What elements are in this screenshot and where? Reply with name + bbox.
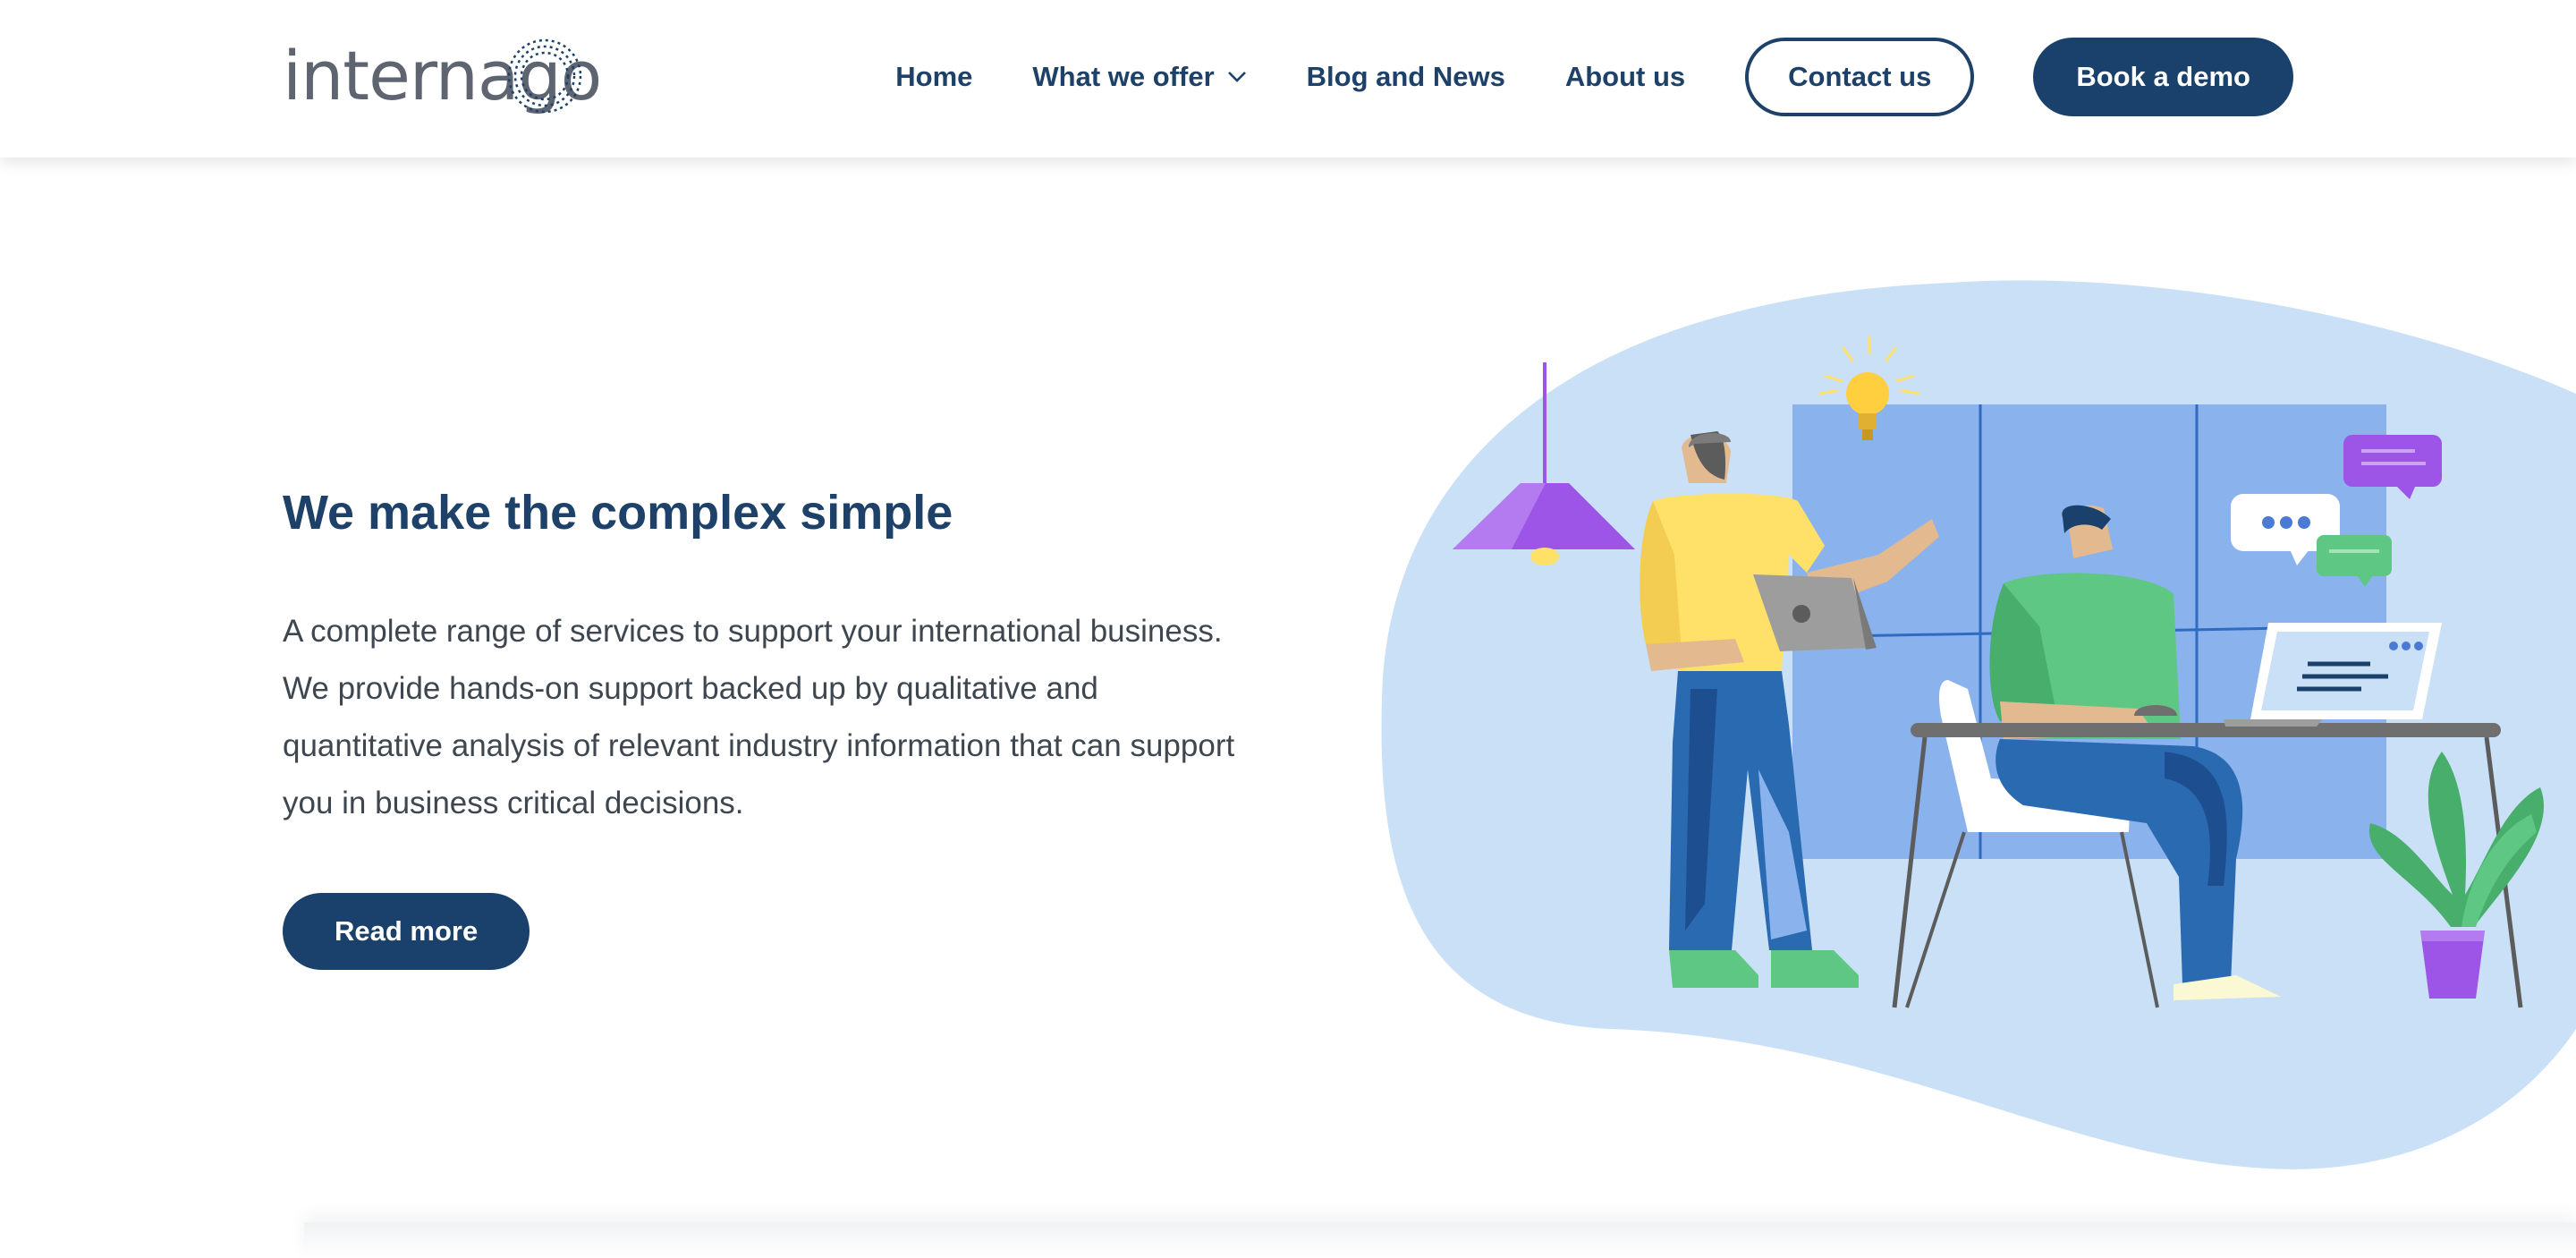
book-demo-button[interactable]: Book a demo <box>2033 38 2293 116</box>
chevron-down-icon <box>1227 72 1246 82</box>
nav-home-label: Home <box>895 61 973 92</box>
hero-illustration <box>1381 280 2576 1169</box>
nav-about-label: About us <box>1564 61 1686 92</box>
contact-us-label: Contact us <box>1788 61 1932 92</box>
contact-us-button[interactable]: Contact us <box>1745 38 1975 116</box>
nav-blog-label: Blog and News <box>1306 61 1505 92</box>
main-nav: Home What we offer Blog and News About u… <box>895 38 2293 116</box>
nav-blog-and-news[interactable]: Blog and News <box>1307 61 1505 93</box>
read-more-button[interactable]: Read more <box>283 893 530 970</box>
nav-what-we-offer[interactable]: What we offer <box>1032 61 1246 93</box>
nav-home[interactable]: Home <box>895 61 972 93</box>
nav-what-we-offer-label: What we offer <box>1032 61 1215 92</box>
logo-swirl-icon <box>507 38 582 114</box>
read-more-label: Read more <box>335 915 479 947</box>
hero-title: We make the complex simple <box>283 486 953 540</box>
next-section-edge <box>304 1222 2576 1258</box>
internago-logo[interactable]: internago <box>283 36 602 116</box>
hero-description: A complete range of services to support … <box>283 614 1235 820</box>
nav-about-us[interactable]: About us <box>1565 61 1685 93</box>
site-header: internago Home What we offer Blog and Ne… <box>0 0 2576 157</box>
book-demo-label: Book a demo <box>2076 61 2250 92</box>
